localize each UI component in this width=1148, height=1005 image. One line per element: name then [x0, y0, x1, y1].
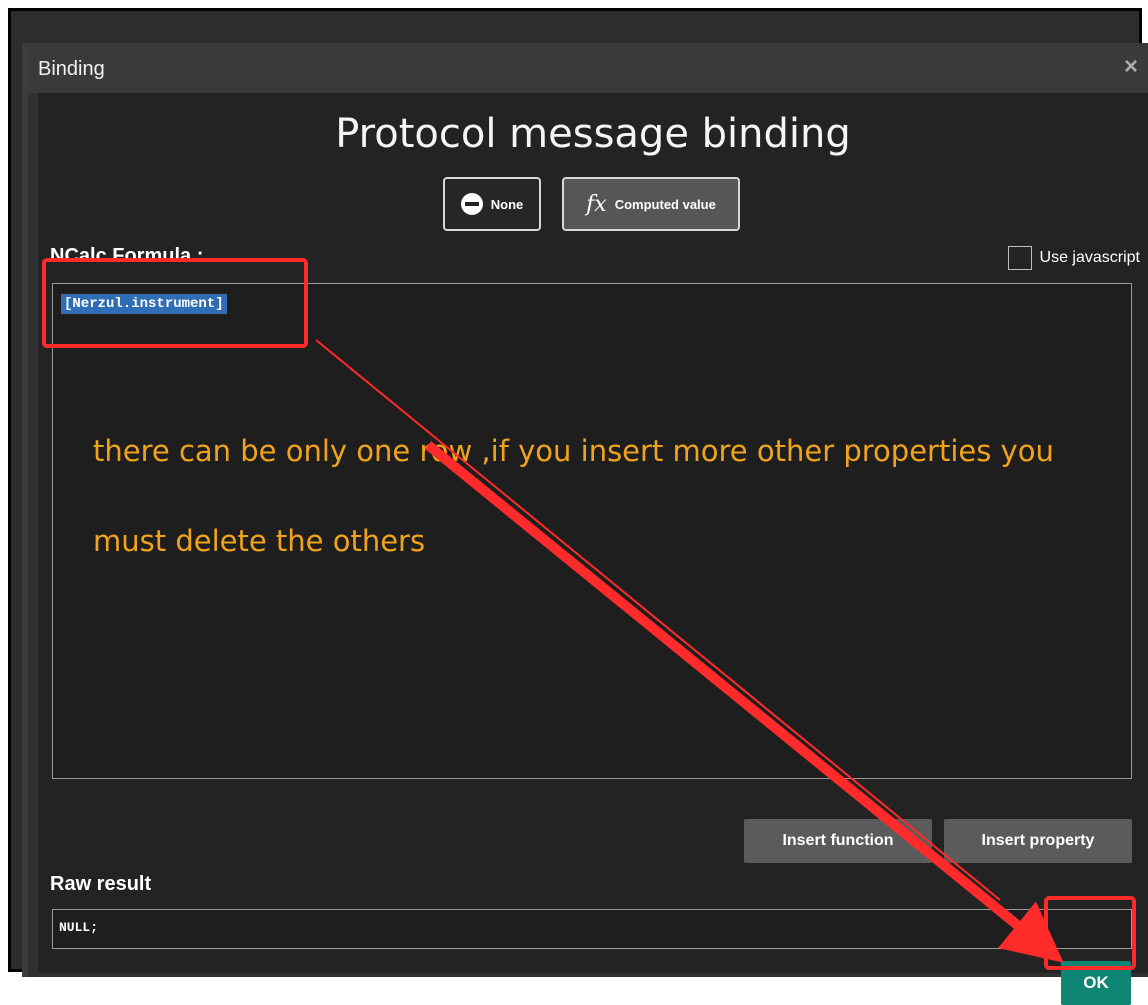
dialog-content: Protocol message binding None fx Compute… — [38, 93, 1148, 1005]
raw-result-value: NULL; — [59, 920, 99, 935]
insert-function-button[interactable]: Insert function — [744, 819, 932, 863]
binding-window: Binding × Protocol message binding None … — [22, 43, 1148, 1005]
mode-computed-label: Computed value — [614, 196, 716, 212]
binding-mode-group: None fx Computed value — [38, 177, 1148, 233]
annotation-text-line-2: must delete the others — [93, 524, 426, 558]
formula-label: NCalc Formula : — [50, 245, 204, 267]
raw-result-label: Raw result — [50, 873, 152, 895]
insert-property-button[interactable]: Insert property — [944, 819, 1132, 863]
no-entry-icon — [460, 193, 483, 215]
use-javascript-label: Use javascript — [1039, 249, 1140, 266]
close-icon[interactable]: × — [1124, 53, 1138, 81]
raw-result-field: NULL; — [52, 909, 1132, 949]
fx-icon: fx — [586, 191, 607, 217]
ok-button[interactable]: OK — [1061, 961, 1131, 1005]
mode-none-button[interactable]: None — [443, 177, 541, 231]
window-title: Binding — [38, 58, 105, 80]
annotation-text-line-1: there can be only one row ,if you insert… — [93, 434, 1054, 468]
formula-editor[interactable]: [Nerzul.instrument] there can be only on… — [52, 283, 1132, 779]
formula-selected-text: [Nerzul.instrument] — [61, 294, 227, 314]
dialog-heading: Protocol message binding — [335, 111, 851, 157]
use-javascript-toggle: Use javascript — [1007, 246, 1140, 270]
use-javascript-checkbox[interactable] — [1007, 246, 1032, 270]
mode-none-label: None — [490, 196, 524, 212]
mode-computed-value-button[interactable]: fx Computed value — [562, 177, 740, 231]
title-bar: Binding × — [28, 43, 1148, 93]
